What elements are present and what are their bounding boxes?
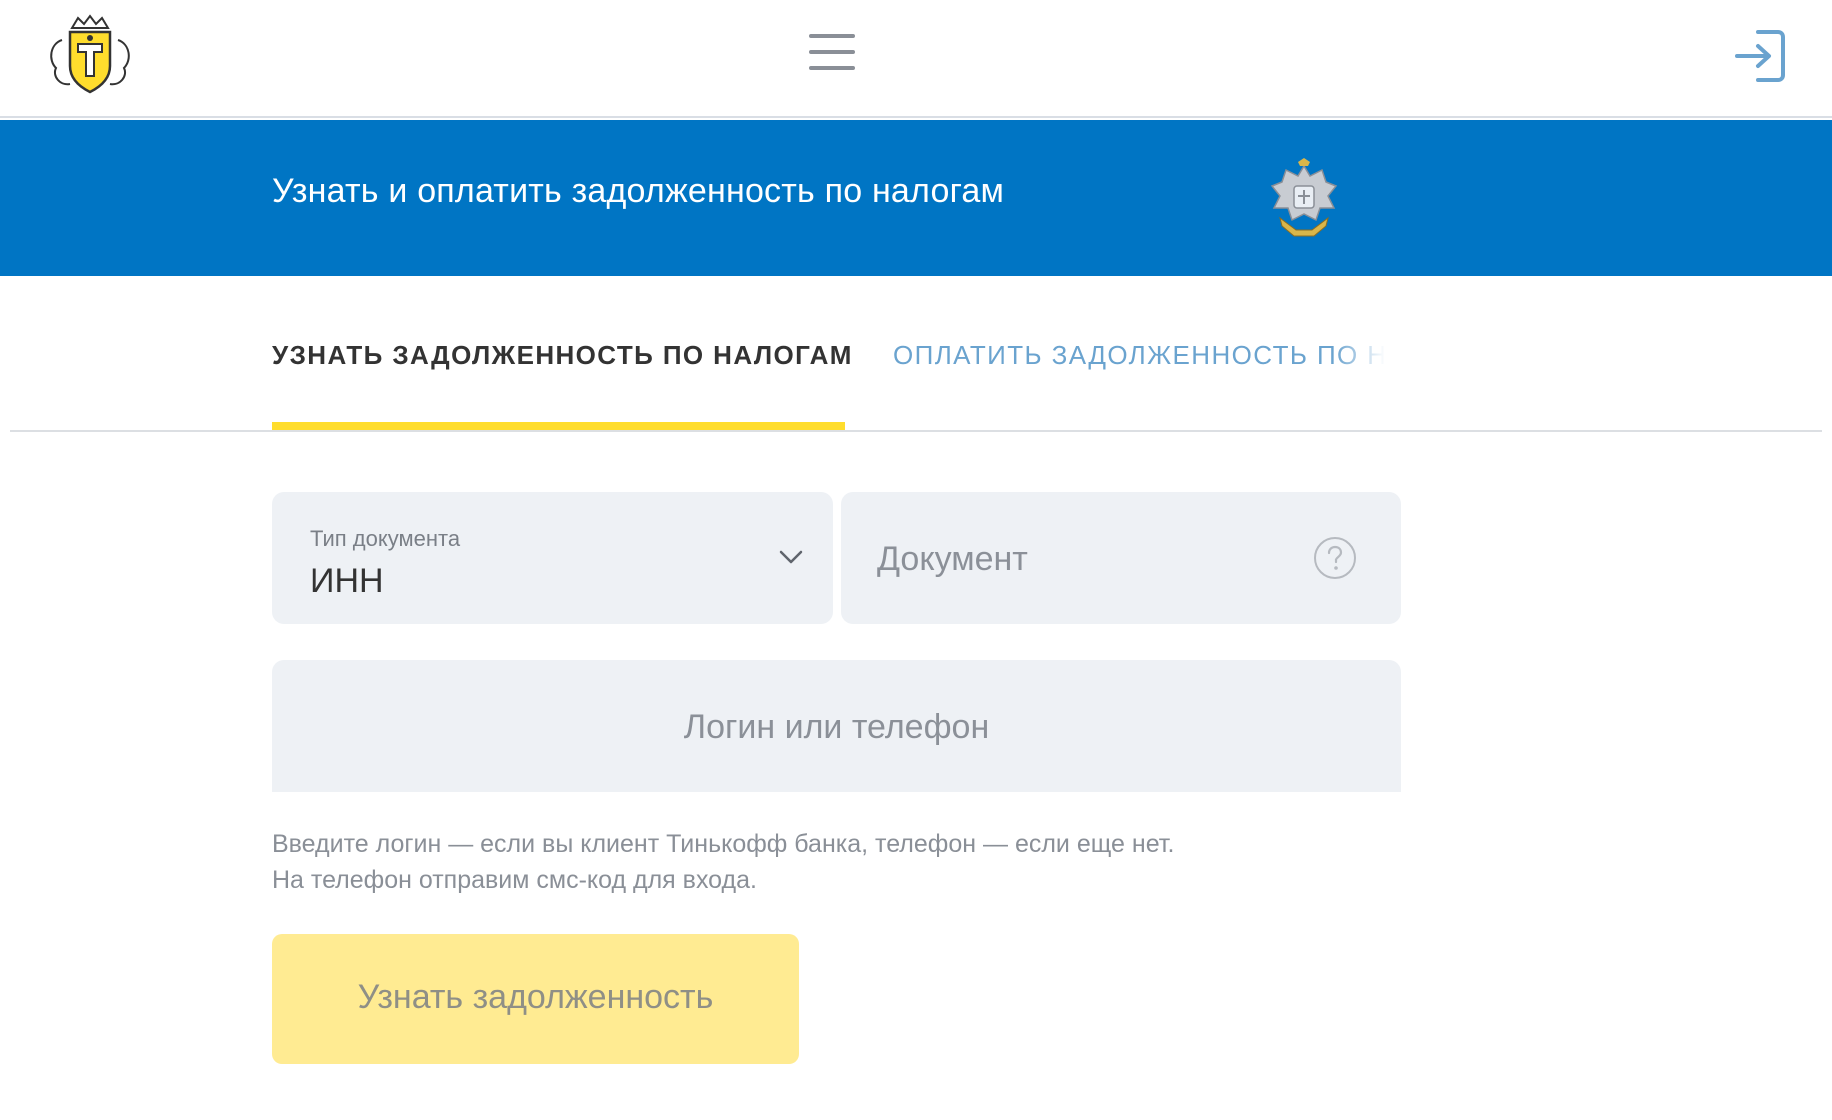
page-title: Узнать и оплатить задолженность по налог… <box>272 172 1005 210</box>
document-type-select[interactable]: Тип документа ИНН <box>272 492 833 624</box>
tab-pay-debt-container[interactable]: ОПЛАТИТЬ ЗАДОЛЖЕННОСТЬ ПО НАЛОГАМ <box>893 330 1385 382</box>
double-headed-eagle-emblem-icon <box>1266 156 1342 242</box>
login-or-phone-input[interactable]: Логин или телефон <box>272 660 1401 792</box>
login-or-phone-placeholder: Логин или телефон <box>683 708 990 746</box>
find-debt-button-label: Узнать задолженность <box>357 978 714 1016</box>
login-hint-text: Введите логин — если вы клиент Тинькофф … <box>272 826 1174 898</box>
document-input[interactable]: Документ <box>841 492 1401 624</box>
tab-find-debt[interactable]: УЗНАТЬ ЗАДОЛЖЕННОСТЬ ПО НАЛОГАМ <box>272 340 853 371</box>
bank-logo-icon[interactable] <box>42 10 138 96</box>
top-navigation-bar <box>0 0 1832 118</box>
find-debt-button[interactable]: Узнать задолженность <box>272 934 799 1064</box>
tab-pay-debt[interactable]: ОПЛАТИТЬ ЗАДОЛЖЕННОСТЬ ПО НАЛОГАМ <box>893 340 1385 371</box>
chevron-down-icon[interactable] <box>778 546 804 568</box>
active-tab-indicator <box>272 422 845 430</box>
tabs-divider <box>10 430 1822 432</box>
hamburger-menu-icon[interactable] <box>805 28 859 76</box>
document-type-value: ИНН <box>310 562 384 600</box>
question-circle-icon[interactable] <box>1313 536 1357 580</box>
tab-fade-overlay <box>1335 330 1385 382</box>
document-type-label: Тип документа <box>310 526 461 551</box>
login-arrow-icon[interactable] <box>1732 26 1788 86</box>
hint-line-1: Введите логин — если вы клиент Тинькофф … <box>272 830 1175 858</box>
hint-line-2: На телефон отправим смс-код для входа. <box>272 866 757 894</box>
page-banner: Узнать и оплатить задолженность по налог… <box>0 120 1832 276</box>
document-placeholder: Документ <box>877 540 1028 578</box>
